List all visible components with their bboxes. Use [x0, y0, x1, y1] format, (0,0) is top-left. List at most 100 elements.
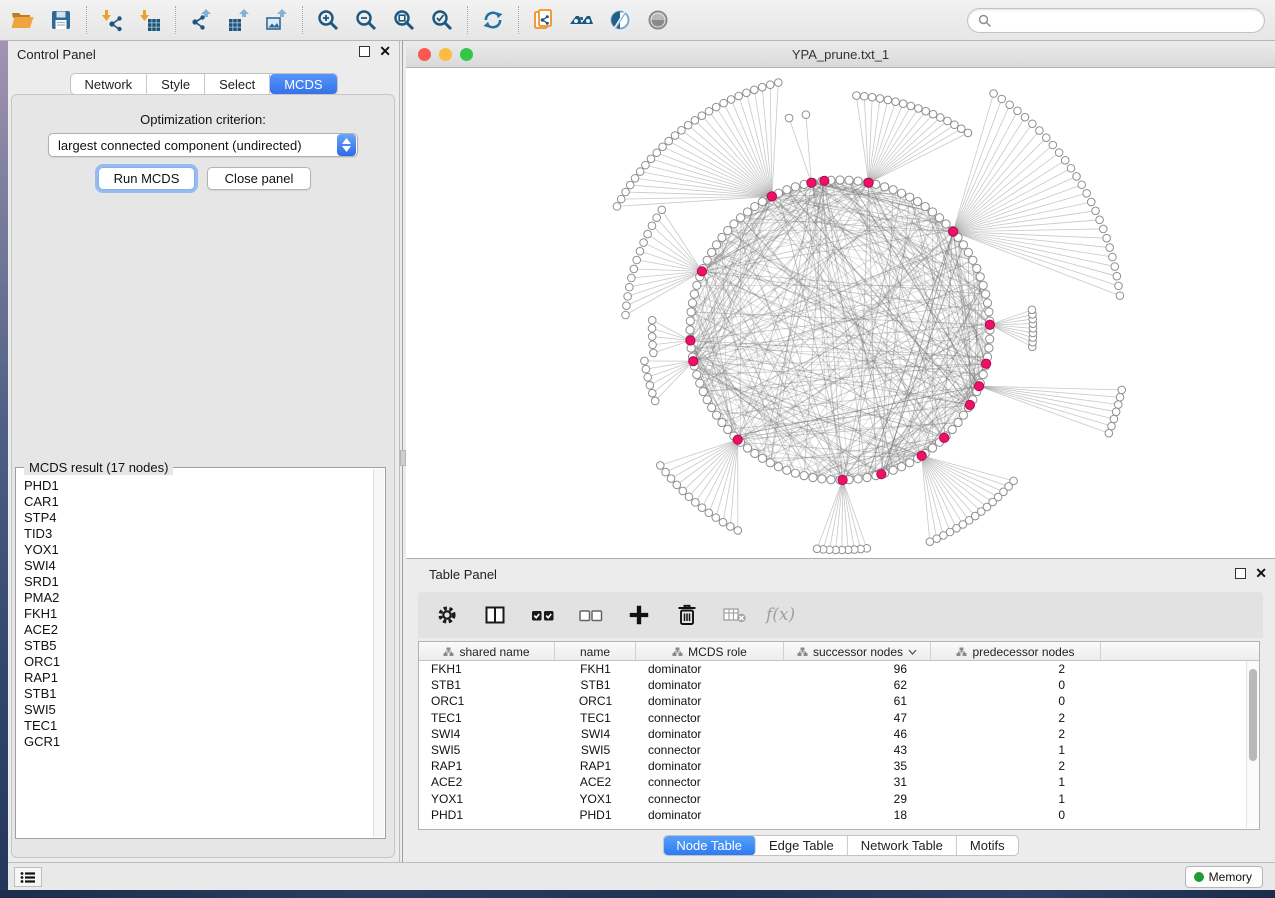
table-row[interactable]: ORC1ORC1dominator610: [419, 693, 1246, 709]
list-item[interactable]: STP4: [24, 510, 372, 526]
tab-edge-table[interactable]: Edge Table: [756, 836, 848, 855]
column-header-shared-name[interactable]: shared name: [419, 642, 555, 661]
table-row[interactable]: FKH1FKH1dominator962: [419, 661, 1246, 677]
list-item[interactable]: RAP1: [24, 670, 372, 686]
network-document-button[interactable]: [525, 2, 563, 38]
table-row[interactable]: STB1STB1dominator620: [419, 677, 1246, 693]
table-cell: ACE2: [419, 775, 555, 789]
close-table-panel-icon[interactable]: ✕: [1255, 568, 1267, 579]
table-row[interactable]: ACE2ACE2connector311: [419, 774, 1246, 790]
zoom-fit-button[interactable]: [385, 2, 423, 38]
delete-table-button[interactable]: [718, 598, 752, 632]
deselect-all-button[interactable]: [574, 598, 608, 632]
zoom-in-icon: [316, 8, 340, 32]
table-row[interactable]: YOX1YOX1connector291: [419, 791, 1246, 807]
columns-button[interactable]: [478, 598, 512, 632]
save-button[interactable]: [42, 2, 80, 38]
tab-motifs[interactable]: Motifs: [957, 836, 1018, 855]
show-hide-icon: [646, 8, 670, 32]
search-network-button[interactable]: [563, 2, 601, 38]
zoom-out-button[interactable]: [347, 2, 385, 38]
list-item[interactable]: SWI4: [24, 558, 372, 574]
export-table-icon: [227, 8, 251, 32]
float-panel-icon[interactable]: [359, 46, 370, 57]
list-item[interactable]: SWI5: [24, 702, 372, 718]
list-item[interactable]: FKH1: [24, 606, 372, 622]
columns-icon: [483, 603, 507, 627]
list-item[interactable]: TEC1: [24, 718, 372, 734]
refresh-icon: [481, 8, 505, 32]
list-item[interactable]: SRD1: [24, 574, 372, 590]
add-button[interactable]: [622, 598, 656, 632]
deselect-all-icon: [577, 603, 605, 627]
gear-button[interactable]: [430, 598, 464, 632]
table-cell: dominator: [636, 662, 784, 676]
export-table-button[interactable]: [220, 2, 258, 38]
run-mcds-button[interactable]: Run MCDS: [98, 167, 195, 190]
export-network-button[interactable]: [182, 2, 220, 38]
close-panel-button[interactable]: Close panel: [207, 167, 311, 190]
table-cell: 29: [784, 792, 919, 806]
column-header-successor-nodes[interactable]: successor nodes: [784, 642, 931, 661]
show-hide-button[interactable]: [639, 2, 677, 38]
open-file-button[interactable]: [4, 2, 42, 38]
network-canvas[interactable]: [406, 68, 1275, 558]
search-input[interactable]: [998, 13, 1254, 28]
column-header-predecessor-nodes[interactable]: predecessor nodes: [931, 642, 1101, 661]
table-cell: 96: [784, 662, 919, 676]
tab-network-table[interactable]: Network Table: [848, 836, 957, 855]
formula-button[interactable]: f(x): [766, 598, 795, 632]
table-row[interactable]: TEC1TEC1connector472: [419, 710, 1246, 726]
table-scrollbar-thumb[interactable]: [1249, 669, 1257, 761]
column-header-name[interactable]: name: [555, 642, 636, 661]
table-row[interactable]: SWI4SWI4dominator462: [419, 726, 1246, 742]
import-network-button[interactable]: [93, 2, 131, 38]
memory-button[interactable]: Memory: [1185, 866, 1263, 888]
list-item[interactable]: YOX1: [24, 542, 372, 558]
list-item[interactable]: PMA2: [24, 590, 372, 606]
list-item[interactable]: STB1: [24, 686, 372, 702]
search-box[interactable]: [967, 8, 1265, 33]
tab-network[interactable]: Network: [70, 74, 147, 94]
list-item[interactable]: STB5: [24, 638, 372, 654]
list-item[interactable]: PHD1: [24, 478, 372, 494]
refresh-button[interactable]: [474, 2, 512, 38]
task-history-button[interactable]: [14, 867, 42, 887]
column-label: predecessor nodes: [972, 645, 1074, 659]
table-cell: 35: [784, 759, 919, 773]
list-item[interactable]: TID3: [24, 526, 372, 542]
table-cell: connector: [636, 743, 784, 757]
network-graph[interactable]: [406, 68, 1275, 558]
tab-style[interactable]: Style: [147, 74, 205, 94]
list-item[interactable]: ACE2: [24, 622, 372, 638]
column-header-mcds-role[interactable]: MCDS role: [636, 642, 784, 661]
result-scrollbar[interactable]: [373, 469, 384, 837]
dropdown-stepper-icon: [337, 134, 356, 156]
table-cell: ORC1: [555, 694, 636, 708]
list-item[interactable]: ORC1: [24, 654, 372, 670]
zoom-in-button[interactable]: [309, 2, 347, 38]
import-network-icon: [100, 8, 124, 32]
table-row[interactable]: RAP1RAP1dominator352: [419, 758, 1246, 774]
delete-button[interactable]: [670, 598, 704, 632]
tab-node-table[interactable]: Node Table: [663, 836, 756, 855]
optimization-criterion-dropdown[interactable]: largest connected component (undirected): [48, 133, 358, 157]
list-item[interactable]: GCR1: [24, 734, 372, 750]
export-image-button[interactable]: [258, 2, 296, 38]
table-scrollbar[interactable]: [1246, 661, 1259, 828]
select-all-button[interactable]: [526, 598, 560, 632]
network-window: YPA_prune.txt_1: [406, 41, 1275, 558]
float-table-panel-icon[interactable]: [1235, 568, 1246, 579]
close-panel-icon[interactable]: ✕: [379, 46, 391, 57]
zoom-selected-button[interactable]: [423, 2, 461, 38]
table-row[interactable]: SWI5SWI5connector431: [419, 742, 1246, 758]
table-cell: RAP1: [555, 759, 636, 773]
table-row[interactable]: PHD1PHD1dominator180: [419, 807, 1246, 823]
list-item[interactable]: CAR1: [24, 494, 372, 510]
gradient-mapping-button[interactable]: [601, 2, 639, 38]
tab-select[interactable]: Select: [205, 74, 270, 94]
hierarchy-icon: [797, 647, 808, 657]
import-table-button[interactable]: [131, 2, 169, 38]
network-window-titlebar[interactable]: YPA_prune.txt_1: [406, 41, 1275, 68]
tab-mcds[interactable]: MCDS: [270, 74, 336, 94]
